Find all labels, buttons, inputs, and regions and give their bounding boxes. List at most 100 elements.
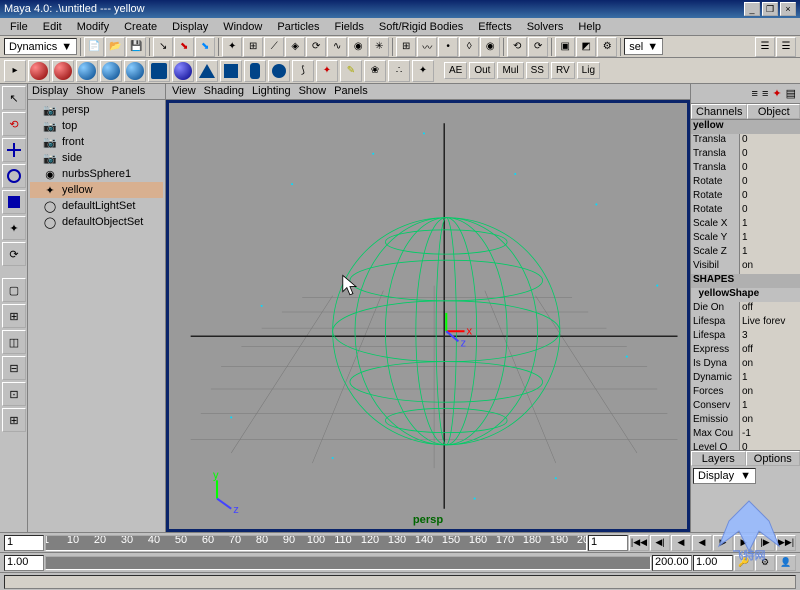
- outliner-item-yellow[interactable]: ✦yellow: [30, 182, 163, 198]
- menu-softrigidbodies[interactable]: Soft/Rigid Bodies: [373, 20, 469, 34]
- channel-value[interactable]: off: [739, 344, 800, 358]
- render-globals-icon[interactable]: ⚙: [597, 37, 617, 57]
- persp-hypergraph-icon[interactable]: ⊞: [2, 408, 26, 432]
- key-forward-button[interactable]: ▶: [734, 535, 754, 551]
- channel-row[interactable]: Transla0: [691, 162, 800, 176]
- render-icon[interactable]: ▣: [555, 37, 575, 57]
- channel-row[interactable]: SHAPES: [691, 274, 800, 288]
- select-deform-icon[interactable]: ⟳: [306, 37, 326, 57]
- channel-value[interactable]: 3: [739, 330, 800, 344]
- menu-solvers[interactable]: Solvers: [521, 20, 570, 34]
- select-object-icon[interactable]: ⬊: [174, 37, 194, 57]
- shelf-tab-out[interactable]: Out: [469, 62, 495, 79]
- shelf-icon-12[interactable]: ⟆: [292, 60, 314, 82]
- construction-history-icon[interactable]: ⟳: [528, 37, 548, 57]
- channel-row[interactable]: Level O0: [691, 442, 800, 450]
- outliner-item-nurbsSphere1[interactable]: ◉nurbsSphere1: [30, 166, 163, 182]
- channel-row[interactable]: Rotate 0: [691, 204, 800, 218]
- channel-row[interactable]: Die Onoff: [691, 302, 800, 316]
- character-button[interactable]: 👤: [776, 555, 796, 571]
- select-curve-icon[interactable]: ⟋: [264, 37, 284, 57]
- select-handle-icon[interactable]: ✦: [222, 37, 242, 57]
- show-layer-editor-icon[interactable]: ☰: [776, 37, 796, 57]
- persp-graph-icon[interactable]: ⊟: [2, 356, 26, 380]
- show-channel-box-icon[interactable]: ☰: [755, 37, 775, 57]
- menu-display[interactable]: Display: [166, 20, 214, 34]
- snap-grid-icon[interactable]: ⊞: [396, 37, 416, 57]
- menu-file[interactable]: File: [4, 20, 34, 34]
- range-track[interactable]: [45, 556, 651, 570]
- step-forward-button[interactable]: |▶: [755, 535, 775, 551]
- history-icon[interactable]: ⟲: [507, 37, 527, 57]
- single-view-icon[interactable]: ▢: [2, 278, 26, 302]
- outliner-show-menu[interactable]: Show: [76, 85, 104, 98]
- menu-edit[interactable]: Edit: [37, 20, 68, 34]
- shelf-tab-mul[interactable]: Mul: [497, 62, 523, 79]
- shading-menu[interactable]: Shading: [204, 85, 244, 98]
- channel-row[interactable]: Transla0: [691, 148, 800, 162]
- channel-row[interactable]: yellow: [691, 120, 800, 134]
- channel-row[interactable]: Visibilon: [691, 260, 800, 274]
- shelf-tab-lig[interactable]: Lig: [577, 62, 600, 79]
- manip-icon[interactable]: ✦: [772, 87, 781, 100]
- channel-row[interactable]: Max Cou-1: [691, 428, 800, 442]
- menu-modify[interactable]: Modify: [71, 20, 115, 34]
- channel-row[interactable]: yellowShape: [691, 288, 800, 302]
- channel-row[interactable]: Scale Z1: [691, 246, 800, 260]
- time-start-field[interactable]: 1: [4, 535, 44, 551]
- channel-row[interactable]: Lifespa3: [691, 330, 800, 344]
- shelf-icon-10[interactable]: [244, 60, 266, 82]
- layers-tab[interactable]: Layers: [691, 451, 746, 466]
- lighting-menu[interactable]: Lighting: [252, 85, 291, 98]
- move-tool[interactable]: [2, 138, 26, 162]
- select-misc-icon[interactable]: ✳: [369, 37, 389, 57]
- key-back-button[interactable]: ◀: [671, 535, 691, 551]
- menu-effects[interactable]: Effects: [472, 20, 517, 34]
- outliner-item-side[interactable]: 📷side: [30, 150, 163, 166]
- channel-row[interactable]: Dynamic1: [691, 372, 800, 386]
- channel-row[interactable]: Forces on: [691, 386, 800, 400]
- viewport-3d[interactable]: x z y z persp: [166, 100, 690, 532]
- lasso-tool[interactable]: ⟲: [2, 112, 26, 136]
- select-joint-icon[interactable]: ⊞: [243, 37, 263, 57]
- shelf-icon-11[interactable]: [268, 60, 290, 82]
- outliner-display-menu[interactable]: Display: [32, 85, 68, 98]
- menu-fields[interactable]: Fields: [329, 20, 370, 34]
- ipr-render-icon[interactable]: ◩: [576, 37, 596, 57]
- channel-row[interactable]: Rotate 0: [691, 190, 800, 204]
- menu-particles[interactable]: Particles: [271, 20, 325, 34]
- outliner-item-persp[interactable]: 📷persp: [30, 102, 163, 118]
- hypershade-icon[interactable]: ⊡: [2, 382, 26, 406]
- shelf-icon-13[interactable]: ✦: [316, 60, 338, 82]
- rotate-tool[interactable]: [2, 164, 26, 188]
- snap-live-icon[interactable]: ◉: [480, 37, 500, 57]
- command-line[interactable]: [4, 575, 796, 589]
- menu-create[interactable]: Create: [118, 20, 163, 34]
- last-tool[interactable]: ⟳: [2, 242, 26, 266]
- shelf-icon-5[interactable]: [124, 60, 146, 82]
- channel-value[interactable]: 0: [739, 442, 800, 450]
- play-forward-button[interactable]: ▶: [713, 535, 733, 551]
- shelf-tab-rv[interactable]: RV: [551, 62, 575, 79]
- channel-value[interactable]: on: [739, 260, 800, 274]
- select-dynamic-icon[interactable]: ∿: [327, 37, 347, 57]
- playback-end-button[interactable]: ▶▶|: [776, 535, 796, 551]
- select-component-icon[interactable]: ⬊: [195, 37, 215, 57]
- shelf-icon-4[interactable]: [100, 60, 122, 82]
- snap-curve-icon[interactable]: 〰: [417, 37, 437, 57]
- auto-key-button[interactable]: 🔑: [734, 555, 754, 571]
- channel-value[interactable]: off: [739, 302, 800, 316]
- channel-row[interactable]: Expressoff: [691, 344, 800, 358]
- layer-display-dropdown[interactable]: Display▼: [693, 468, 756, 484]
- channel-value[interactable]: 1: [739, 232, 800, 246]
- outliner-panels-menu[interactable]: Panels: [112, 85, 146, 98]
- channel-value[interactable]: Live forev: [739, 316, 800, 330]
- shelf-icon-2[interactable]: [52, 60, 74, 82]
- time-end-field[interactable]: 1: [588, 535, 628, 551]
- options-tab[interactable]: Options: [746, 451, 800, 466]
- shelf-icon-9[interactable]: [220, 60, 242, 82]
- channel-value[interactable]: 0: [739, 148, 800, 162]
- outliner-list[interactable]: 📷persp📷top📷front📷side◉nurbsSphere1✦yello…: [28, 100, 165, 532]
- step-back-button[interactable]: ◀|: [650, 535, 670, 551]
- channel-value[interactable]: -1: [739, 428, 800, 442]
